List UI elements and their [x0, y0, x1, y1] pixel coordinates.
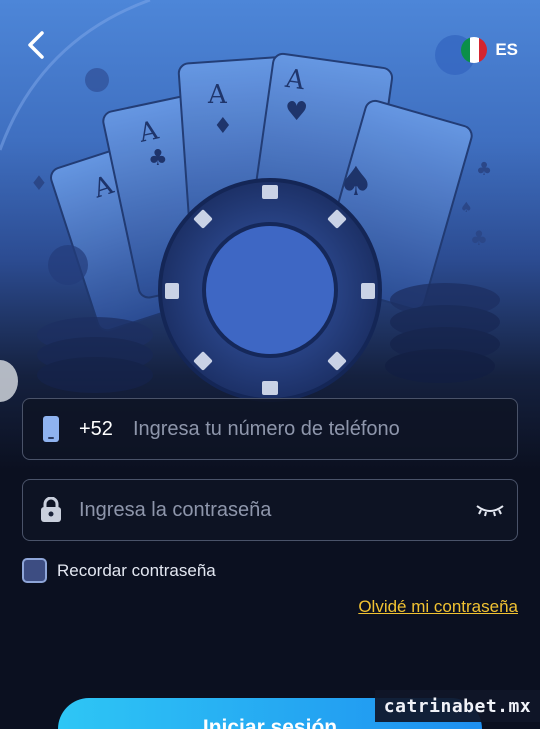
password-input[interactable]: [79, 498, 463, 522]
language-code: ES: [495, 40, 518, 59]
phone-icon: [23, 415, 79, 443]
svg-text:♥: ♥: [285, 97, 308, 127]
chevron-left-icon: [28, 31, 44, 59]
site-watermark: catrinabet.mx: [375, 690, 540, 722]
eye-closed-icon[interactable]: [463, 502, 517, 518]
remember-label: Recordar contraseña: [57, 560, 216, 580]
remember-password[interactable]: Recordar contraseña: [22, 558, 216, 583]
svg-text:♠: ♠: [338, 159, 374, 205]
mexico-flag-icon: [461, 37, 488, 63]
svg-text:♦: ♦: [213, 114, 233, 139]
phone-prefix[interactable]: +52: [79, 418, 113, 441]
remember-checkbox[interactable]: [22, 558, 47, 583]
svg-text:♣: ♣: [476, 159, 492, 180]
svg-text:♠: ♠: [460, 200, 473, 216]
language-selector[interactable]: ES: [461, 36, 518, 64]
svg-text:♣: ♣: [470, 226, 488, 250]
phone-input[interactable]: [132, 417, 517, 441]
password-field[interactable]: [22, 479, 518, 541]
svg-text:♦: ♦: [30, 171, 48, 195]
svg-text:♣: ♣: [148, 146, 168, 171]
phone-field[interactable]: +52: [22, 398, 518, 460]
back-button[interactable]: [26, 30, 58, 66]
lock-icon: [23, 497, 79, 523]
forgot-password-link[interactable]: Olvidé mi contraseña: [358, 597, 518, 617]
svg-text:A: A: [207, 80, 228, 110]
